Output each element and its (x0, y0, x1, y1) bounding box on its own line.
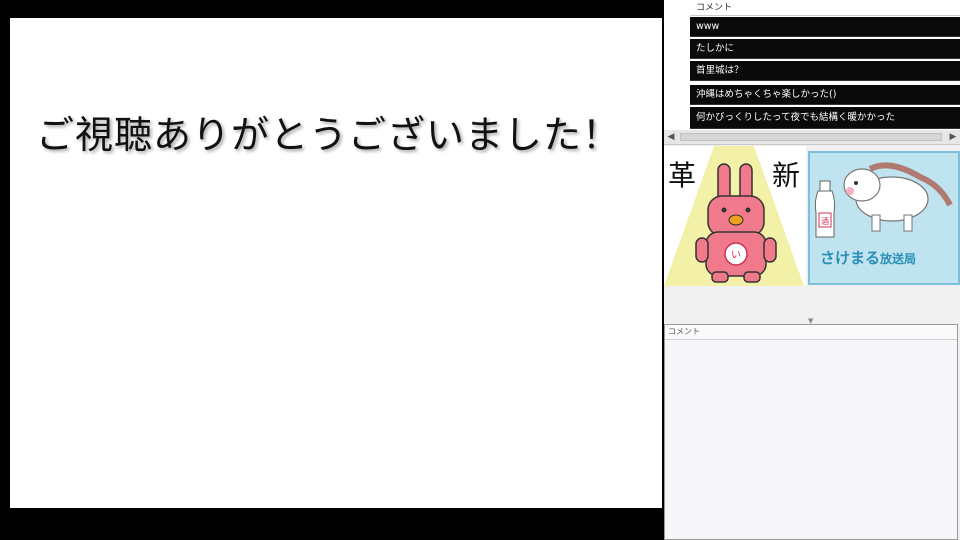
horizontal-scrollbar[interactable]: ◀ ▶ (664, 130, 960, 145)
sake-bottle-illustration: 酒 (814, 180, 836, 238)
broadcast-caption-suffix: 放送局 (880, 252, 917, 266)
right-panel: コメント www たしかに 首里城は？ 沖縄はめちゃくちゃ楽しかった() 何かび… (664, 0, 960, 540)
comment-list-gutter (664, 0, 690, 130)
comment-row[interactable]: 何かびっくりしたって夜でも結構く暖かかった (690, 107, 960, 129)
horse-illustration: 酒 (814, 162, 953, 238)
comment-row[interactable]: 首里城は？ (690, 61, 960, 81)
scroll-right-icon[interactable]: ▶ (946, 130, 960, 144)
comment-list-header[interactable]: コメント (690, 0, 960, 16)
comment-row[interactable]: www (690, 17, 960, 37)
thanks-message: ご視聴ありがとうございました！ (36, 113, 622, 157)
broadcast-banner: 酒 さけまる放送局 (808, 151, 960, 285)
broadcast-caption: さけまる放送局 (820, 247, 916, 268)
comment-list[interactable]: コメント www たしかに 首里城は？ 沖縄はめちゃくちゃ楽しかった() 何かび… (664, 0, 960, 131)
svg-text:い: い (731, 250, 741, 261)
comment-panel-title: コメント (665, 325, 957, 340)
rabbit-banner: い 革 新 (664, 146, 806, 286)
scrollbar-thumb[interactable] (680, 133, 942, 141)
comment-row[interactable]: たしかに (690, 39, 960, 59)
comment-row[interactable]: 沖縄はめちゃくちゃ楽しかった() (690, 85, 960, 105)
banner-kanji-right: 新 (772, 159, 801, 192)
comment-panel[interactable]: コメント (664, 324, 958, 540)
banner-kanji-left: 革 (668, 159, 697, 192)
scroll-left-icon[interactable]: ◀ (664, 130, 678, 144)
broadcast-caption-name: さけまる (820, 249, 881, 267)
stream-canvas: ご視聴ありがとうございました！ (10, 18, 662, 508)
svg-text:酒: 酒 (821, 217, 829, 226)
